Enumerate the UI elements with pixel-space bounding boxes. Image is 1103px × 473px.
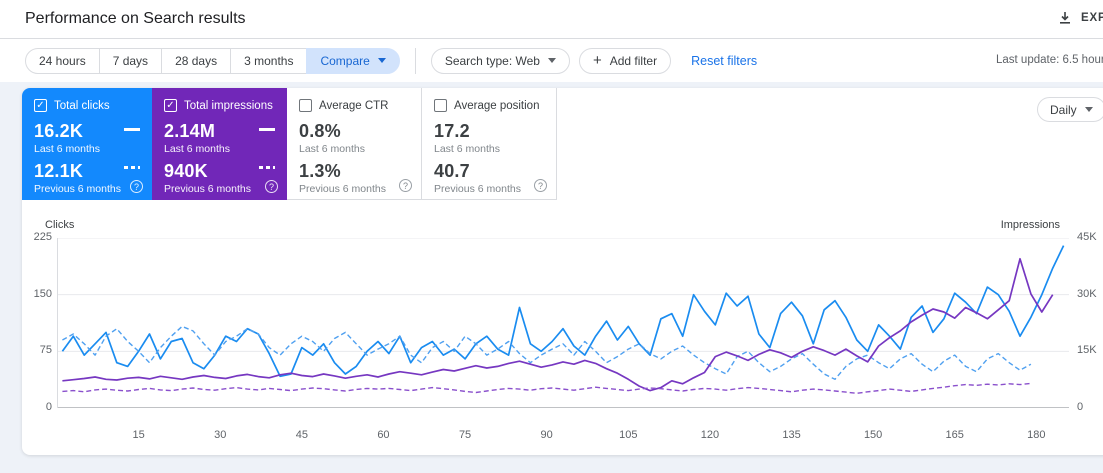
add-filter-label: Add filter [609,53,658,68]
card-caption-current: Last 6 months [34,143,100,155]
card-value-current: 0.8% [299,121,341,141]
card-value-previous: 12.1K [34,161,84,181]
solid-line-legend-icon [259,128,275,131]
help-icon[interactable]: ? [130,180,143,193]
y-axis-tick-label: 225 [33,231,52,243]
card-value-previous: 40.7 [434,161,470,181]
x-axis-tick-label: 30 [214,429,227,441]
card-label: Average CTR [319,99,389,112]
x-axis-tick-label: 15 [132,429,145,441]
title-row: Performance on Search results EXPORT [0,0,1103,39]
range-7-days-button[interactable]: 7 days [98,47,163,74]
y-axis-tick-label: 15K [1077,344,1097,357]
chevron-down-icon [1084,107,1093,112]
solid-line-legend-icon [124,128,140,131]
date-range-segmented-control: 24 hours 7 days 28 days 3 months Compare [25,47,400,74]
add-filter-button[interactable]: + Add filter [578,47,672,74]
dashed-line-legend-icon [259,166,275,169]
x-axis-tick-label: 165 [945,429,964,441]
page-title: Performance on Search results [25,10,246,27]
range-28-days-button[interactable]: 28 days [161,47,232,74]
card-label: Total impressions [184,99,273,112]
help-icon[interactable]: ? [534,179,547,192]
card-value-current: 2.14M [164,121,216,141]
performance-line-chart[interactable] [57,238,1069,408]
performance-panel: ✓ Total clicks 16.2K Last 6 months 12.1K… [22,88,1103,455]
metric-card-average-position[interactable]: Average position 17.2 Last 6 months 40.7… [422,88,557,200]
series-line-impressions-current [62,257,1054,392]
y-axis-tick-label: 0 [45,401,52,413]
topbar: Performance on Search results EXPORT 24 … [0,0,1103,82]
card-label: Average position [454,99,540,112]
x-axis-tick-label: 180 [1027,429,1046,441]
download-icon [1060,12,1070,24]
card-caption-current: Last 6 months [299,143,365,155]
reset-filters-link[interactable]: Reset filters [691,54,757,68]
card-caption-previous: Previous 6 months [434,183,521,195]
y-axis-title-clicks: Clicks [45,219,75,231]
search-type-label: Search type: Web [444,53,540,68]
y-axis-tick-label: 0 [1077,401,1084,413]
metric-card-total-clicks[interactable]: ✓ Total clicks 16.2K Last 6 months 12.1K… [22,88,152,200]
y-axis-tick-label: 150 [33,287,52,300]
metric-card-total-impressions[interactable]: ✓ Total impressions 2.14M Last 6 months … [152,88,287,200]
x-axis-tick-label: 90 [540,429,553,441]
granularity-dropdown[interactable]: Daily [1037,97,1103,122]
y-axis-tick-label: 75 [39,344,52,357]
card-value-current: 16.2K [34,121,84,141]
card-caption-previous: Previous 6 months [164,183,251,195]
range-3-months-button[interactable]: 3 months [230,47,308,74]
search-type-dropdown[interactable]: Search type: Web [430,47,570,74]
series-line-impressions-previous [62,382,1031,395]
checkbox-checked-icon[interactable]: ✓ [34,99,47,112]
card-value-previous: 1.3% [299,161,341,181]
card-caption-current: Last 6 months [434,143,500,155]
x-axis-tick-label: 45 [295,429,308,441]
help-icon[interactable]: ? [399,179,412,192]
plus-icon: + [592,52,602,69]
metric-cards-row: ✓ Total clicks 16.2K Last 6 months 12.1K… [22,88,1103,200]
card-caption-previous: Previous 6 months [299,183,386,195]
compare-button[interactable]: Compare [306,47,400,74]
x-axis-tick-label: 120 [700,429,720,441]
granularity-label: Daily [1050,102,1077,117]
x-axis-tick-label: 150 [863,429,883,441]
card-label: Total clicks [54,99,110,112]
card-value-previous: 940K [164,161,208,181]
toolbar-divider [414,47,416,74]
checkbox-unchecked-icon[interactable] [299,99,312,112]
filter-row: 24 hours 7 days 28 days 3 months Compare… [0,39,1103,82]
help-icon[interactable]: ? [265,180,278,193]
y-axis-tick-label: 45K [1077,231,1097,243]
series-line-clicks-current [61,245,1065,378]
chevron-down-icon [377,58,386,63]
y-axis-tick-label: 30K [1077,287,1097,300]
y-axis-title-impressions: Impressions [1000,219,1060,231]
export-label: EXPORT [1081,12,1103,24]
metric-card-average-ctr[interactable]: Average CTR 0.8% Last 6 months 1.3% Prev… [287,88,422,200]
export-button[interactable]: EXPORT [1058,11,1103,25]
card-value-current: 17.2 [434,121,470,141]
series-line-clicks-previous [62,325,1032,381]
compare-label: Compare [320,53,370,68]
last-update-text: Last update: 6.5 hours [996,54,1103,66]
checkbox-unchecked-icon[interactable] [434,99,447,112]
dashed-line-legend-icon [124,166,140,169]
x-axis-tick-label: 60 [377,429,390,441]
x-axis-tick-label: 75 [458,429,472,441]
chevron-down-icon [547,58,556,63]
range-24-hours-button[interactable]: 24 hours [25,47,100,74]
x-axis-tick-label: 135 [782,429,801,441]
card-caption-previous: Previous 6 months [34,183,121,195]
x-axis-tick-label: 105 [619,429,638,441]
checkbox-checked-icon[interactable]: ✓ [164,99,177,112]
card-caption-current: Last 6 months [164,143,230,155]
